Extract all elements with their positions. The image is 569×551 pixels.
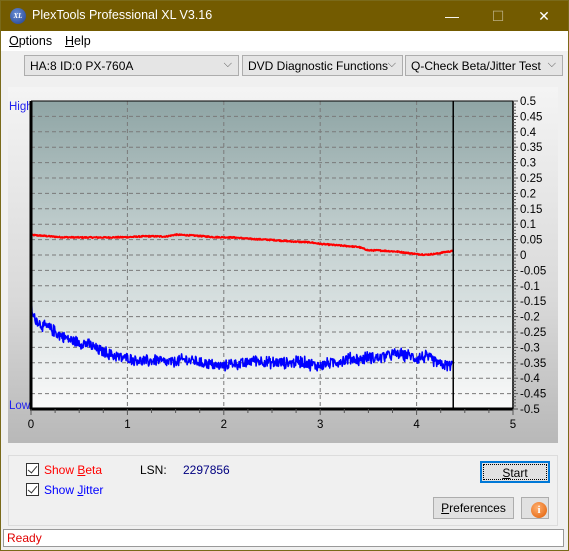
status-bar: Ready <box>3 529 564 547</box>
y-tick-label: 0.25 <box>520 173 542 185</box>
y-tick-label: -0.45 <box>520 389 546 401</box>
y-tick-label: 0.45 <box>520 111 542 123</box>
y-tick-label: 0 <box>520 250 526 262</box>
y-tick-label: -0.5 <box>520 404 540 416</box>
y-tick-label: 0.05 <box>520 235 542 247</box>
y-tick-label: 0.1 <box>520 219 536 231</box>
y-tick-label: 0.35 <box>520 142 542 154</box>
y-tick-label: -0.1 <box>520 281 540 293</box>
info-button[interactable]: i <box>521 497 549 519</box>
y-tick-label: -0.25 <box>520 327 546 339</box>
y-tick-label: -0.4 <box>520 373 540 385</box>
y-tick-label: 0.4 <box>520 127 537 139</box>
preferences-button[interactable]: Preferences <box>433 497 514 519</box>
x-tick-label: 1 <box>124 419 130 431</box>
x-tick-label: 2 <box>221 419 227 431</box>
show-beta-label[interactable]: Show Beta <box>44 463 102 477</box>
x-tick-label: 4 <box>413 419 420 431</box>
y-tick-label: -0.3 <box>520 342 540 354</box>
y-tick-label: -0.15 <box>520 296 546 308</box>
y-tick-label: 0.3 <box>520 158 536 170</box>
y-tick-label: 0.2 <box>520 188 536 200</box>
info-icon: i <box>531 502 547 518</box>
show-jitter-label[interactable]: Show Jitter <box>44 483 103 497</box>
y-tick-label: -0.35 <box>520 358 546 370</box>
status-text: Ready <box>7 531 42 545</box>
y-tick-label: 0.5 <box>520 96 536 108</box>
y-tick-label: 0.15 <box>520 204 542 216</box>
show-beta-checkbox[interactable] <box>26 463 39 476</box>
x-tick-label: 0 <box>28 419 34 431</box>
show-jitter-checkbox[interactable] <box>26 483 39 496</box>
y-tick-label: -0.2 <box>520 312 540 324</box>
x-tick-label: 5 <box>510 419 516 431</box>
y-tick-label: -0.05 <box>520 265 546 277</box>
start-button[interactable]: Start <box>480 461 550 483</box>
lsn-label: LSN: <box>140 463 167 477</box>
x-tick-label: 3 <box>317 419 323 431</box>
lsn-value: 2297856 <box>183 463 230 477</box>
